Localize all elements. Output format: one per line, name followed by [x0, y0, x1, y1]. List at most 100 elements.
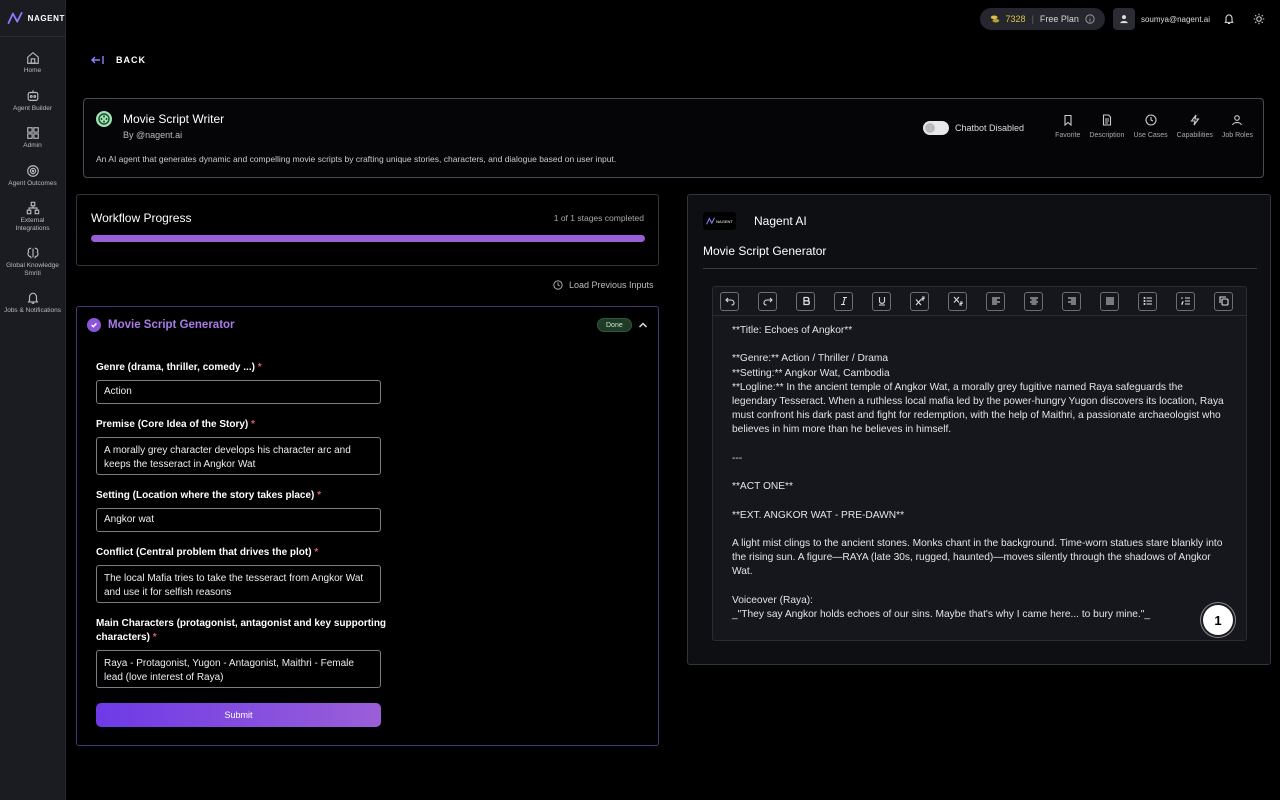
numbered-list-button[interactable] [1176, 291, 1195, 311]
justify-button[interactable] [1100, 291, 1119, 311]
script-content[interactable]: **Title: Echoes of Angkor** **Genre:** Ac… [713, 316, 1228, 622]
agent-author: By @nagent.ai [123, 130, 183, 140]
chatbot-toggle-wrap: Chatbot Disabled [923, 121, 1024, 135]
bell-icon [1224, 14, 1234, 25]
agent-name: Movie Script Writer [123, 112, 225, 126]
bold-button[interactable] [796, 291, 815, 311]
align-left-button[interactable] [986, 291, 1005, 311]
italic-button[interactable] [834, 291, 853, 311]
sidebar-item-agent-builder[interactable]: Agent Builder [0, 89, 66, 113]
premise-label-text: Premise (Core Idea of the Story) [96, 419, 249, 430]
nagent-logo: NAGENT [703, 212, 736, 230]
subscript-button[interactable] [948, 291, 967, 311]
conflict-label: Conflict (Central problem that drives th… [96, 546, 396, 560]
script-line: --- [732, 452, 743, 464]
sidebar-item-label: Agent Builder [12, 104, 53, 112]
credits-separator: | [1031, 14, 1034, 24]
numbered-list-icon [1180, 297, 1190, 305]
output-brand: Nagent AI [754, 214, 807, 228]
align-right-icon [1067, 297, 1076, 305]
script-line: **Title: Echoes of Angkor** [732, 325, 853, 336]
sidebar-item-global-knowledge[interactable]: Global Knowledge Smriti [0, 246, 66, 277]
script-blank-line [732, 466, 1228, 480]
sidebar-item-admin[interactable]: Admin [0, 126, 66, 150]
justify-icon [1105, 297, 1114, 305]
user-menu[interactable]: soumya@nagent.ai [1112, 8, 1210, 30]
editor-toolbar [713, 287, 1246, 316]
description-button[interactable]: Description [1089, 114, 1124, 139]
redo-icon [762, 297, 773, 306]
favorite-label: Favorite [1055, 132, 1081, 139]
required-marker: * [257, 362, 262, 373]
nagent-logo-icon [7, 11, 23, 25]
align-left-icon [991, 297, 1000, 305]
credits-pill[interactable]: 7328 | Free Plan [979, 8, 1105, 30]
stage-header[interactable]: Movie Script Generator [87, 318, 235, 332]
align-center-button[interactable] [1024, 291, 1043, 311]
genre-input[interactable]: Action [96, 380, 381, 404]
align-right-button[interactable] [1062, 291, 1081, 311]
script-line: **EXT. ANGKOR WAT - PRE-DAWN** [732, 509, 905, 521]
rich-text-editor: **Title: Echoes of Angkor** **Genre:** Ac… [712, 286, 1247, 641]
characters-input[interactable]: Raya - Protagonist, Yugon - Antagonist, … [96, 650, 381, 688]
superscript-icon [915, 296, 925, 306]
back-button[interactable]: BACK [90, 54, 146, 66]
setting-input[interactable]: Angkor wat [96, 508, 381, 532]
capabilities-button[interactable]: Capabilities [1177, 114, 1213, 139]
superscript-button[interactable] [910, 291, 929, 311]
notifications-button[interactable] [1218, 8, 1240, 30]
setting-label: Setting (Location where the story takes … [96, 489, 396, 503]
clock-icon [1144, 114, 1157, 126]
agent-actions: Favorite Description Use Cases Capabilit… [1055, 114, 1253, 139]
script-line: _"They say Angkor holds echoes of our si… [732, 608, 1151, 620]
sidebar-item-agent-outcomes[interactable]: Agent Outcomes [0, 164, 66, 188]
script-blank-line [732, 494, 1228, 508]
chevron-up-icon[interactable] [637, 319, 649, 331]
submit-button[interactable]: Submit [96, 703, 381, 727]
check-icon [87, 318, 101, 332]
coins-icon [990, 15, 999, 23]
use-cases-button[interactable]: Use Cases [1133, 114, 1168, 139]
setting-label-text: Setting (Location where the story takes … [96, 490, 315, 501]
floating-count-badge[interactable]: 1 [1203, 605, 1233, 635]
brain-icon [26, 247, 39, 259]
underline-button[interactable] [872, 291, 891, 311]
conflict-input[interactable]: The local Mafia tries to take the tesser… [96, 565, 381, 603]
bullet-list-button[interactable] [1138, 291, 1157, 311]
document-icon [1102, 114, 1111, 126]
workflow-progress-fill [91, 235, 645, 242]
theme-toggle-button[interactable] [1248, 8, 1270, 30]
history-icon [553, 280, 563, 290]
chatbot-toggle[interactable] [923, 121, 949, 135]
back-arrow-icon [91, 56, 104, 64]
script-line: **Setting:** Angkor Wat, Cambodia [732, 367, 890, 379]
conflict-label-text: Conflict (Central problem that drives th… [96, 547, 312, 558]
undo-button[interactable] [720, 291, 739, 311]
bold-icon [802, 296, 810, 306]
sidebar-item-home[interactable]: Home [0, 51, 66, 75]
job-roles-button[interactable]: Job Roles [1222, 114, 1253, 139]
info-icon[interactable] [1085, 14, 1095, 24]
redo-button[interactable] [758, 291, 777, 311]
job-roles-label: Job Roles [1221, 132, 1253, 139]
copy-button[interactable] [1214, 291, 1233, 311]
premise-input[interactable]: A morally grey character develops his ch… [96, 437, 381, 475]
sidebar-item-label: Global Knowledge Smriti [6, 262, 59, 277]
required-marker: * [152, 632, 157, 643]
divider [703, 268, 1257, 269]
load-previous-inputs-button[interactable]: Load Previous Inputs [553, 280, 654, 290]
sidebar-item-external-integrations[interactable]: External Integrations [0, 201, 66, 232]
favorite-button[interactable]: Favorite [1055, 114, 1080, 139]
stage-form-panel: Movie Script Generator Done Genre (drama… [76, 306, 659, 746]
logo[interactable]: NAGENT [0, 0, 65, 37]
script-blank-line [732, 438, 1228, 452]
agent-description: An AI agent that generates dynamic and c… [96, 154, 617, 164]
workflow-progress-bar [91, 235, 645, 242]
characters-label-text: Main Characters (protagonist, antagonist… [96, 618, 387, 643]
output-panel: NAGENT Nagent AI Movie Script Generator … [687, 194, 1271, 665]
align-center-icon [1029, 297, 1038, 305]
sidebar-item-jobs-notifications[interactable]: Jobs & Notifications [0, 291, 66, 315]
script-line: Voiceover (Raya): [732, 594, 813, 606]
load-previous-label: Load Previous Inputs [569, 280, 654, 290]
sidebar-item-label: Home [23, 67, 42, 74]
